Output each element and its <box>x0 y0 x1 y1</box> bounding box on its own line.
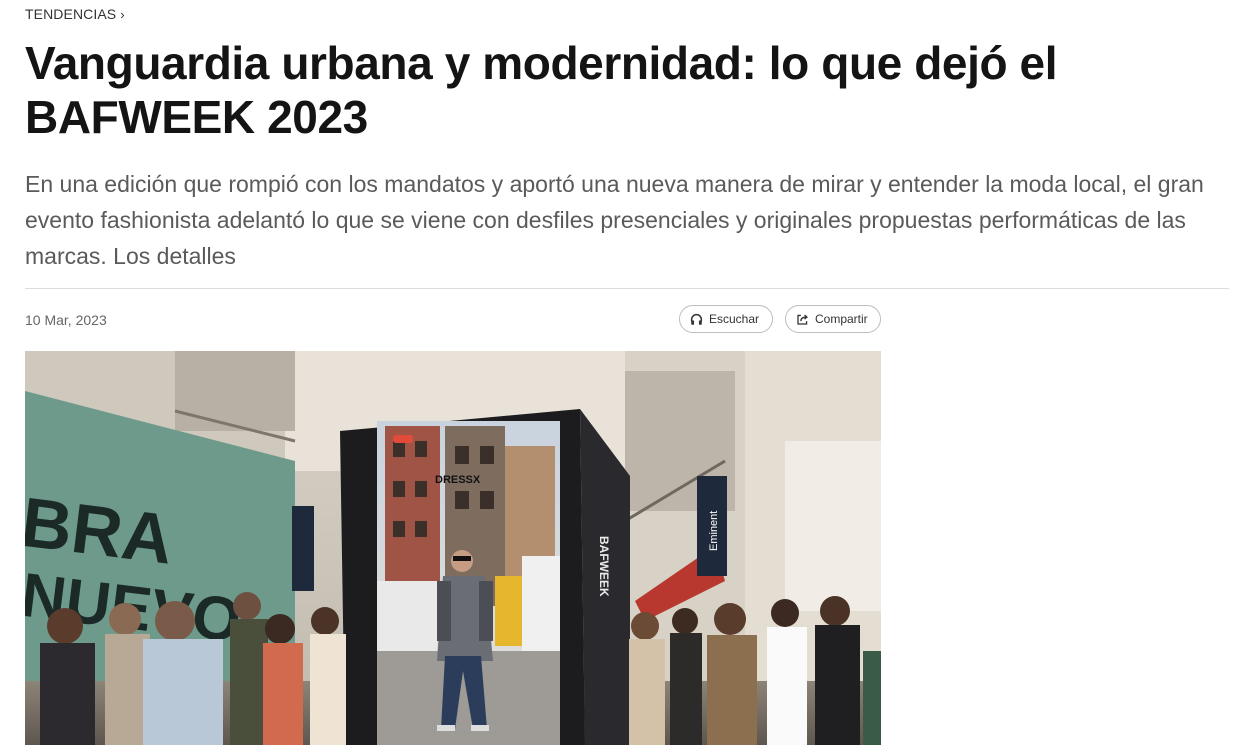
fashion-week-scene: BRA NUEVO Eminent BAFWEEK DRESSX <box>25 351 881 745</box>
listen-button[interactable]: Escuchar <box>679 305 773 333</box>
article-hero-image: BRA NUEVO Eminent BAFWEEK DRESSX <box>25 351 881 745</box>
chevron-right-icon: › <box>120 7 125 22</box>
divider <box>25 288 1229 289</box>
screen-brand: DRESSX <box>435 474 481 486</box>
kiosk-side-text: BAFWEEK <box>597 536 611 597</box>
article-subtitle: En una edición que rompió con los mandat… <box>25 171 1204 269</box>
share-button[interactable]: Compartir <box>785 305 881 333</box>
share-label: Compartir <box>815 312 868 326</box>
banner-text: Eminent <box>708 511 720 551</box>
breadcrumb-section-link[interactable]: TENDENCIAS › <box>25 6 125 22</box>
headphones-icon <box>690 313 703 325</box>
article-title: Vanguardia urbana y modernidad: lo que d… <box>25 37 1058 143</box>
breadcrumb-label: TENDENCIAS <box>25 6 117 22</box>
publish-date: 10 Mar, 2023 <box>25 312 107 328</box>
listen-label: Escuchar <box>709 312 760 326</box>
hanging-banner <box>292 506 314 591</box>
share-icon <box>797 314 808 325</box>
